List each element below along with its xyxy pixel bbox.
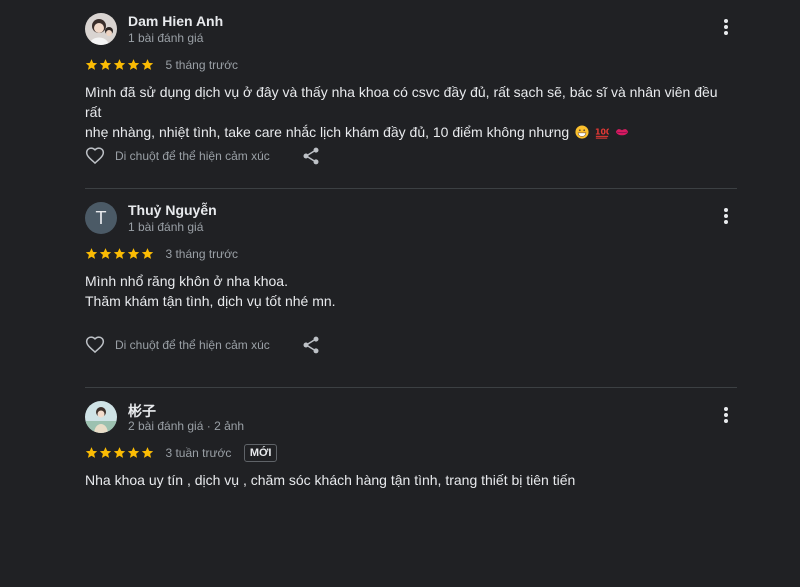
star-icon — [113, 58, 126, 71]
star-icon — [141, 247, 154, 260]
heart-icon[interactable] — [85, 146, 105, 166]
share-icon[interactable] — [301, 335, 321, 355]
review-text-line: Mình nhổ răng khôn ở nha khoa. — [85, 273, 288, 289]
star-icon — [99, 446, 112, 459]
star-icon — [141, 58, 154, 71]
more-options-icon[interactable] — [723, 19, 729, 39]
star-rating — [85, 444, 155, 462]
new-badge: MỚI — [243, 444, 278, 462]
review-date: 5 tháng trước — [165, 58, 239, 72]
star-icon — [141, 446, 154, 459]
review-header: 彬子 2 bài đánh giá · 2 ảnh — [85, 401, 737, 435]
avatar[interactable]: T — [85, 202, 117, 234]
share-icon[interactable] — [301, 146, 321, 166]
heart-icon[interactable] — [85, 335, 105, 355]
rating-row: 5 tháng trước — [85, 56, 238, 74]
review-date: 3 tuần trước — [165, 446, 232, 460]
review-text-line: Thăm khám tận tình, dịch vụ tốt nhé mn. — [85, 293, 336, 309]
svg-text:100: 100 — [595, 128, 609, 137]
avatar[interactable] — [85, 401, 117, 433]
review-text: Nha khoa uy tín , dịch vụ , chăm sóc khá… — [85, 470, 737, 490]
star-rating — [85, 56, 155, 74]
reviewer-name[interactable]: 彬子 — [128, 401, 156, 421]
review-date: 3 tháng trước — [165, 247, 239, 261]
review-text-line: Mình đã sử dụng dịch vụ ở đây và thấy nh… — [85, 84, 718, 120]
review-actions: Di chuột để thể hiện cảm xúc — [85, 335, 325, 357]
review-text: Mình đã sử dụng dịch vụ ở đây và thấy nh… — [85, 82, 737, 142]
avatar[interactable] — [85, 13, 117, 45]
rating-row: 3 tháng trước — [85, 245, 238, 263]
star-icon — [113, 247, 126, 260]
reviews-feed: Dam Hien Anh 1 bài đánh giá 5 tháng trướ… — [85, 0, 737, 587]
star-icon — [85, 247, 98, 260]
star-icon — [127, 446, 140, 459]
reviewer-meta: 1 bài đánh giá — [128, 31, 204, 45]
reviewer-meta: 2 bài đánh giá · 2 ảnh — [128, 419, 245, 433]
star-icon — [113, 446, 126, 459]
more-options-icon[interactable] — [723, 208, 729, 228]
reviewer-name[interactable]: Dam Hien Anh — [128, 13, 223, 29]
review-text-line: Nha khoa uy tín , dịch vụ , chăm sóc khá… — [85, 472, 576, 488]
star-icon — [127, 58, 140, 71]
star-icon — [99, 247, 112, 260]
react-hint: Di chuột để thể hiện cảm xúc — [115, 338, 270, 352]
star-rating — [85, 245, 155, 263]
review-header: Dam Hien Anh 1 bài đánh giá — [85, 13, 737, 47]
hundred-emoji-icon: 100 — [595, 128, 609, 139]
review-card: Dam Hien Anh 1 bài đánh giá 5 tháng trướ… — [85, 0, 737, 189]
react-hint: Di chuột để thể hiện cảm xúc — [115, 149, 270, 163]
rating-row: 3 tuần trước MỚI — [85, 444, 278, 462]
review-card: T Thuỷ Nguyễn 1 bài đánh giá 3 tháng trư… — [85, 189, 737, 388]
star-icon — [127, 247, 140, 260]
star-icon — [99, 58, 112, 71]
reviewer-meta: 1 bài đánh giá — [128, 220, 204, 234]
star-icon — [85, 58, 98, 71]
review-card: 彬子 2 bài đánh giá · 2 ảnh 3 tuần trước M… — [85, 388, 737, 587]
more-options-icon[interactable] — [723, 407, 729, 427]
reviewer-name[interactable]: Thuỷ Nguyễn — [128, 202, 217, 218]
review-text-line: nhẹ nhàng, nhiệt tình, take care nhắc lị… — [85, 124, 570, 140]
review-header: T Thuỷ Nguyễn 1 bài đánh giá — [85, 202, 737, 236]
grin-emoji-icon — [575, 125, 589, 139]
star-icon — [85, 446, 98, 459]
kiss-mark-emoji-icon — [615, 129, 628, 136]
review-actions: Di chuột để thể hiện cảm xúc — [85, 146, 325, 168]
review-text: Mình nhổ răng khôn ở nha khoa. Thăm khám… — [85, 271, 737, 311]
